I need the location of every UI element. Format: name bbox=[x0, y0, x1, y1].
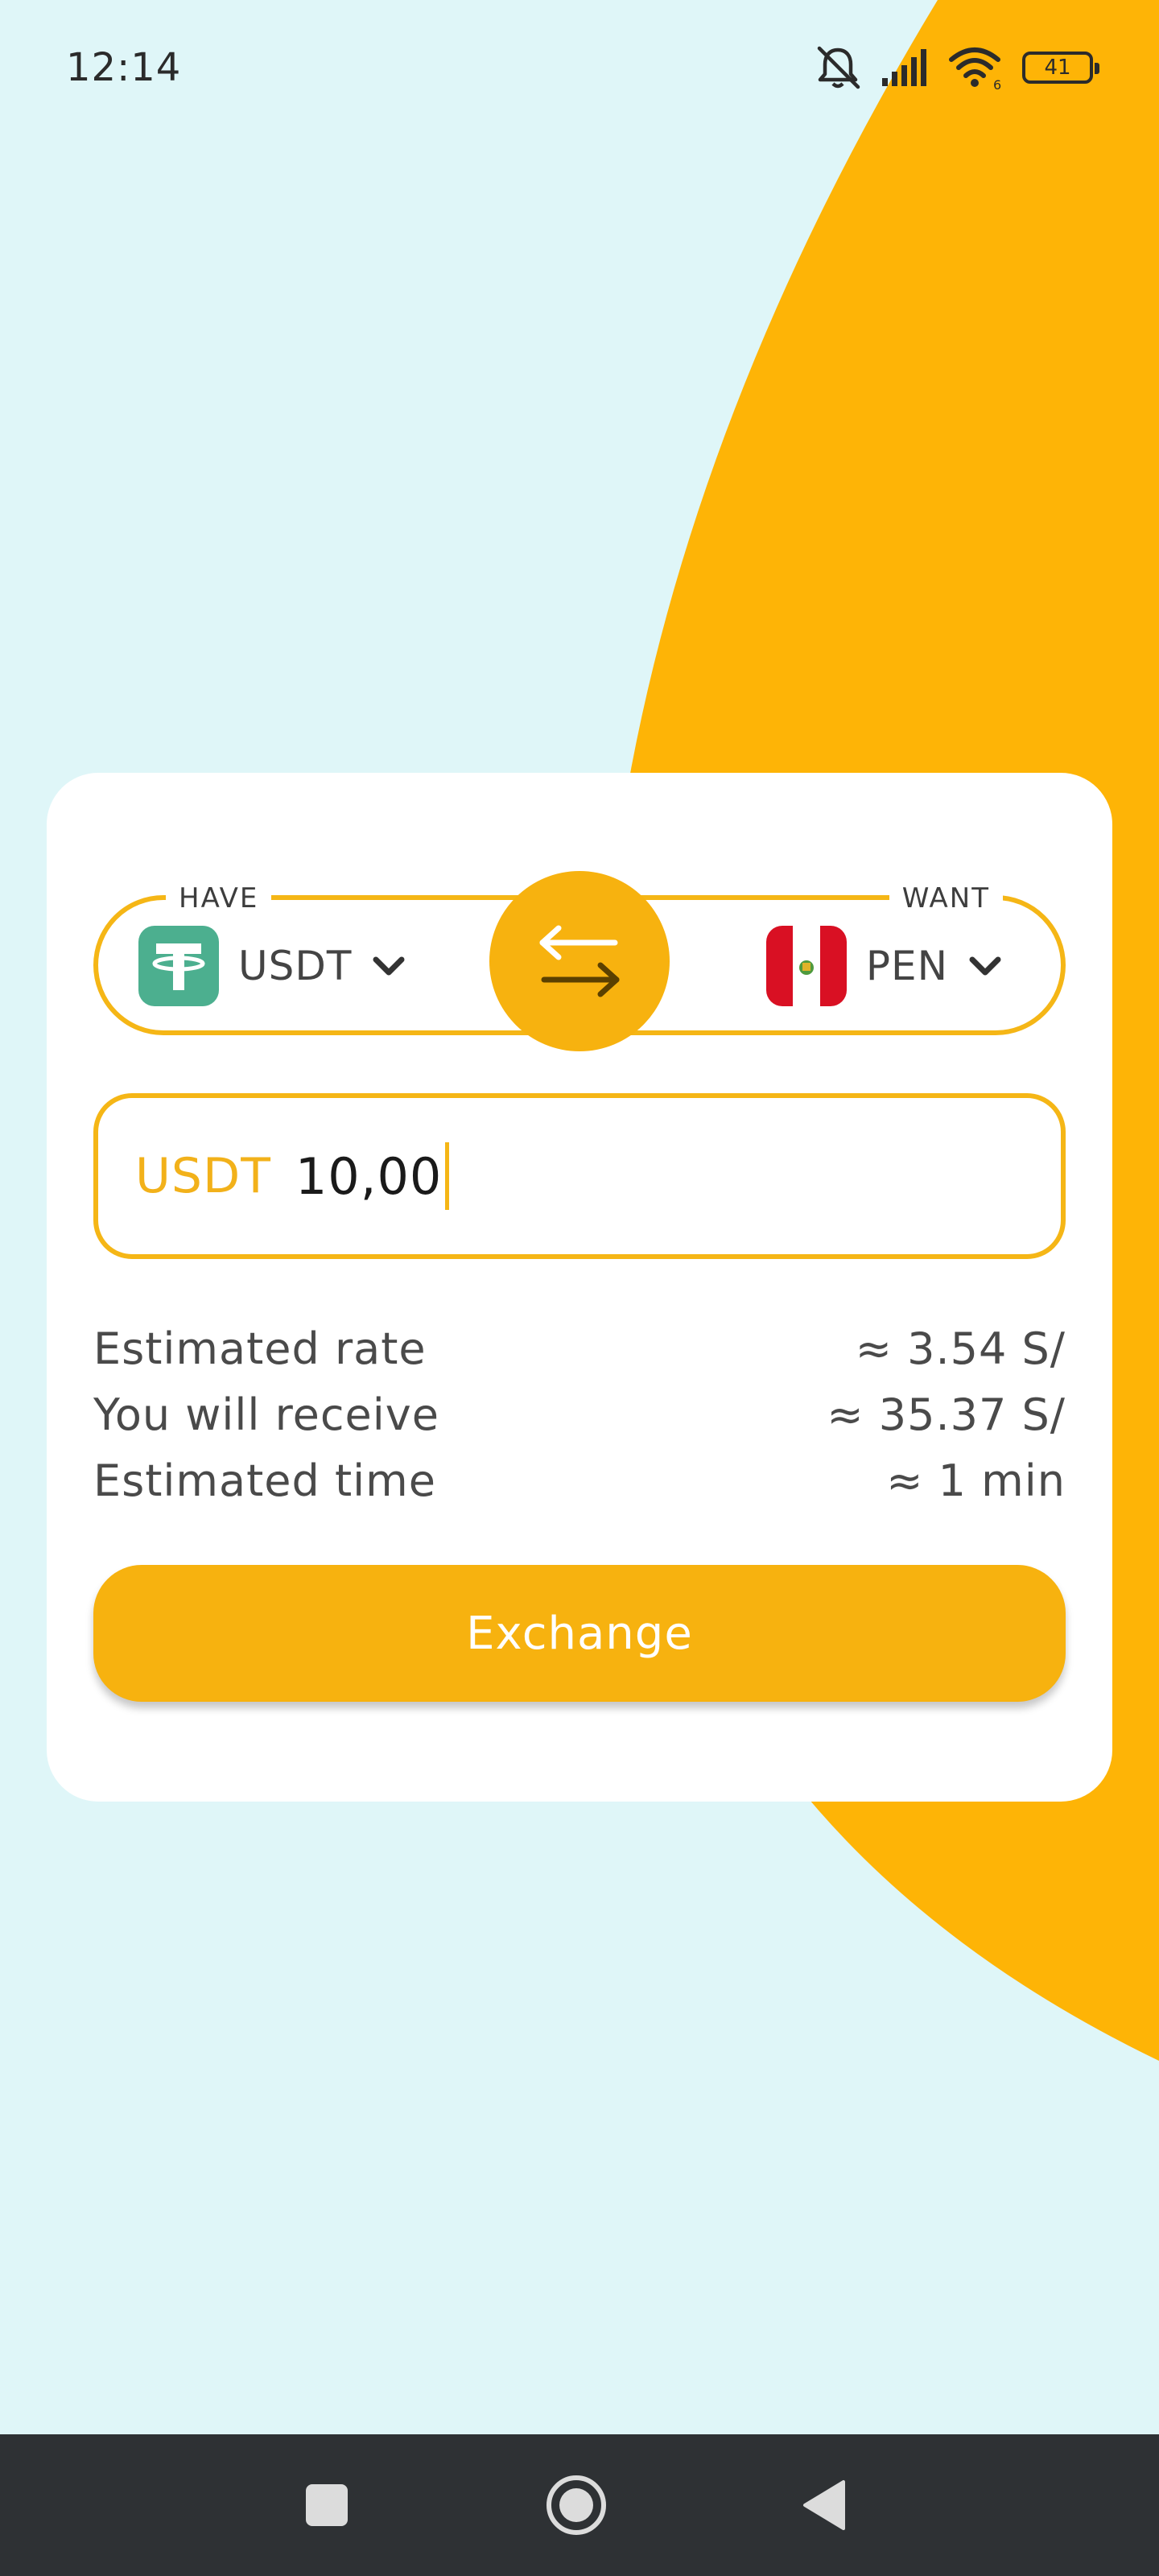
swap-currencies-button[interactable] bbox=[489, 871, 670, 1051]
detail-label: You will receive bbox=[93, 1389, 439, 1440]
battery-icon: 41 bbox=[1022, 52, 1099, 84]
exchange-button[interactable]: Exchange bbox=[93, 1565, 1066, 1702]
peru-flag-icon bbox=[765, 926, 847, 1006]
wifi-icon: 6 bbox=[949, 47, 1001, 90]
chevron-down-icon bbox=[969, 956, 1001, 976]
mute-notifications-icon bbox=[817, 46, 860, 89]
home-button[interactable] bbox=[544, 2473, 608, 2537]
swap-arrows-icon bbox=[539, 925, 620, 997]
detail-value: ≈ 35.37 S/ bbox=[827, 1389, 1066, 1440]
battery-level: 41 bbox=[1044, 56, 1071, 80]
from-currency-code: USDT bbox=[238, 943, 353, 989]
to-currency-code: PEN bbox=[865, 943, 948, 989]
amount-value-text: 10,00 bbox=[295, 1146, 443, 1206]
status-time: 12:14 bbox=[66, 45, 182, 90]
text-cursor bbox=[445, 1142, 450, 1210]
amount-input[interactable]: USDT 10,00 bbox=[93, 1093, 1066, 1259]
svg-text:6: 6 bbox=[993, 77, 1001, 90]
exchange-details: Estimated rate ≈ 3.54 S/ You will receiv… bbox=[93, 1315, 1066, 1513]
detail-value: ≈ 3.54 S/ bbox=[855, 1323, 1066, 1374]
detail-label: Estimated rate bbox=[93, 1323, 427, 1374]
amount-currency: USDT bbox=[135, 1148, 271, 1204]
detail-row-you-will-receive: You will receive ≈ 35.37 S/ bbox=[93, 1381, 1066, 1447]
from-currency-dropdown[interactable]: USDT bbox=[138, 924, 410, 1008]
back-button[interactable] bbox=[792, 2473, 856, 2537]
detail-row-estimated-time: Estimated time ≈ 1 min bbox=[93, 1447, 1066, 1513]
status-bar: 12:14 6 41 bbox=[0, 0, 1159, 137]
exchange-card: HAVE WANT USDT PEN USDT 10,00 Estimated … bbox=[47, 773, 1112, 1802]
recents-square-icon bbox=[306, 2484, 348, 2526]
to-currency-dropdown[interactable]: PEN bbox=[765, 924, 1006, 1008]
signal-icon bbox=[882, 49, 926, 86]
tether-icon bbox=[138, 926, 219, 1006]
chevron-down-icon bbox=[373, 956, 405, 976]
detail-row-estimated-rate: Estimated rate ≈ 3.54 S/ bbox=[93, 1315, 1066, 1381]
detail-value: ≈ 1 min bbox=[886, 1455, 1066, 1506]
amount-value[interactable]: 10,00 bbox=[295, 1142, 450, 1210]
detail-label: Estimated time bbox=[93, 1455, 436, 1506]
home-circle-icon bbox=[547, 2475, 606, 2535]
have-label: HAVE bbox=[166, 882, 272, 914]
status-icons: 6 41 bbox=[813, 42, 1099, 93]
back-triangle-icon bbox=[803, 2480, 845, 2530]
recents-button[interactable] bbox=[295, 2473, 359, 2537]
want-label: WANT bbox=[889, 882, 1003, 914]
system-navigation-bar bbox=[0, 2434, 1159, 2576]
